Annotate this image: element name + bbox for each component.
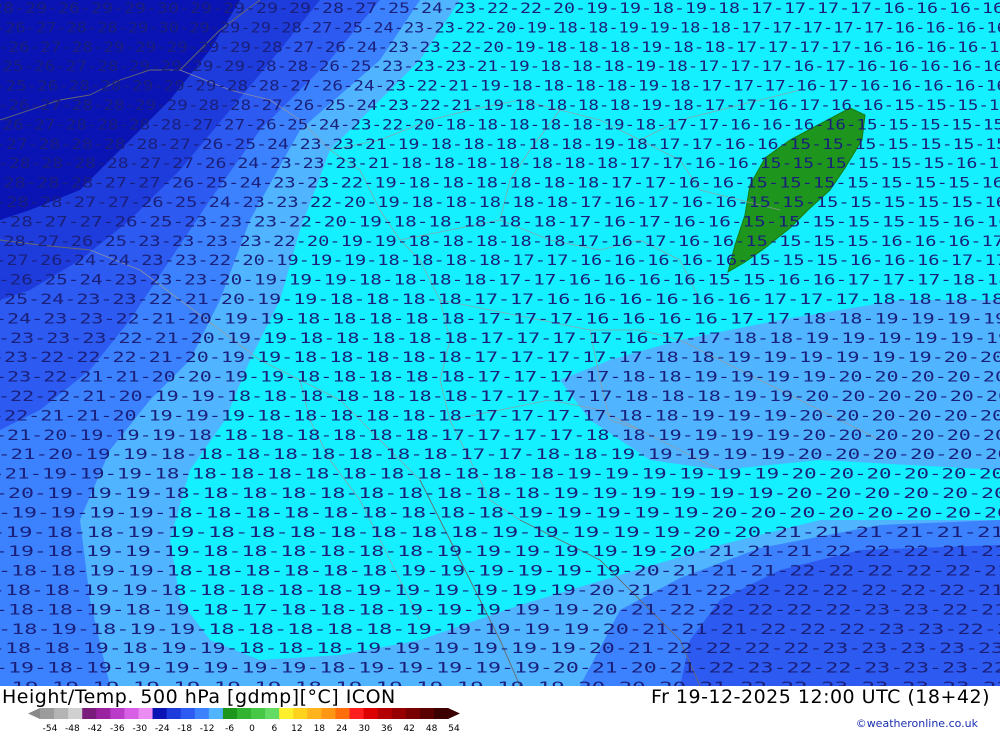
scale-tick-label: -42 — [88, 724, 103, 733]
contour-label-row: -28-28-27-27-26-25-24-23-23-22-20-19-18-… — [0, 195, 1000, 211]
scale-tick-label: 12 — [291, 724, 302, 733]
scale-swatch — [138, 708, 153, 719]
scale-swatch — [391, 708, 407, 719]
scale-left-arrow — [28, 708, 40, 719]
scale-swatch — [222, 708, 238, 719]
scale-swatch — [405, 708, 421, 719]
valid-time: Fr 19-12-2025 12:00 UTC (18+42) — [651, 686, 990, 708]
contour-label-row: -19-19-19-19-18-18-18-18-18-18-18-18-18-… — [0, 505, 1000, 521]
contour-label-row: -22-22-21-20-19-19-18-18-18-18-18-18-18-… — [0, 389, 1000, 405]
contour-label-row: -28-27-27-26-25-23-23-23-22-20-19-18-18-… — [0, 214, 1000, 230]
scale-swatch — [377, 708, 393, 719]
scale-swatch — [124, 708, 139, 719]
contour-label-row: -26-27-28-28-28-28-27-27-26-25-24-23-22-… — [0, 117, 1000, 133]
scale-tick-label: 36 — [381, 724, 393, 733]
contour-label-row: -28-27-26-25-23-23-23-23-22-20-19-19-18-… — [0, 234, 1000, 250]
scale-swatch — [54, 708, 69, 719]
scale-swatch — [236, 708, 252, 719]
scale-tick-label: -6 — [225, 724, 234, 733]
scale-swatch — [293, 708, 308, 719]
color-scale: -54 -48 -42 -36 -30 -24 -18 -12 -6 0 6 12 18 24 30 36 42… — [28, 708, 460, 733]
contour-label-row: -19-18-18-19-19-18-18-18-18-18-18-18-19-… — [0, 525, 1000, 541]
scale-tick-label: 30 — [358, 724, 370, 733]
scale-swatch — [40, 708, 55, 719]
scale-swatch — [349, 708, 364, 719]
contour-label-row: 28-29-26-29-29-30-29-29-29-29-28-27-25-2… — [0, 1, 1000, 17]
copyright-link[interactable]: ©weatheronline.co.uk — [856, 717, 978, 730]
contour-label-row: -28-28-28-28-27-27-26-24-23-23-23-21-18-… — [0, 156, 1000, 172]
contour-label-row: -18-19-18-19-19-18-18-18-18-18-19-19-19-… — [0, 622, 1000, 638]
scale-tick-label: -48 — [65, 724, 80, 733]
contour-label-row: -27-26-24-24-23-23-22-20-19-19-19-18-18-… — [0, 253, 1000, 269]
contour-label-row: -18-18-19-19-18-18-18-18-18-18-19-19-19-… — [0, 564, 1000, 580]
contour-label-row: -23-22-21-21-20-20-19-19-18-18-18-18-18-… — [0, 370, 1000, 386]
scale-tick-label: 42 — [403, 724, 414, 733]
scale-tick-label: -54 — [43, 724, 58, 733]
contour-label-row: -21-20-19-19-19-18-18-18-18-18-18-18-17-… — [0, 428, 1000, 444]
scale-swatch — [321, 708, 336, 719]
temperature-map: 28-29-26-29-29-30-29-29-29-29-28-27-25-2… — [0, 0, 1000, 686]
scale-swatch — [433, 708, 449, 719]
contour-label-row: -23-23-23-22-21-20-19-19-18-18-18-18-18-… — [0, 331, 1000, 347]
contour-label-row: -26-27-28-28-29-29-28-28-27-26-25-24-23-… — [0, 98, 1000, 114]
scale-swatch — [166, 708, 182, 719]
scale-swatch — [194, 708, 210, 719]
scale-swatch — [152, 708, 168, 719]
scale-swatch — [419, 708, 435, 719]
contour-label-row: -23-22-22-22-21-20-19-19-18-18-18-18-18-… — [0, 350, 1000, 366]
contour-labels: 28-29-26-29-29-30-29-29-29-29-28-27-25-2… — [0, 1, 1000, 686]
scale-tick-label: 6 — [272, 724, 278, 733]
scale-swatch — [335, 708, 350, 719]
contour-label-row: -19-18-19-19-19-18-18-18-18-18-18-19-19-… — [0, 544, 1000, 560]
scale-swatch — [251, 708, 266, 719]
contour-label-row: -18-18-19-19-18-18-18-18-18-19-19-19-19-… — [0, 583, 1000, 599]
scale-swatch — [363, 708, 379, 719]
scale-tick-label: 18 — [314, 724, 326, 733]
scale-right-arrow — [448, 708, 460, 719]
scale-swatch — [68, 708, 83, 719]
contour-label-row: -25-24-23-23-22-21-20-19-19-18-18-18-18-… — [0, 292, 1000, 308]
scale-swatch — [96, 708, 111, 719]
scale-tick-label: -36 — [110, 724, 125, 733]
scale-tick-label: -24 — [155, 724, 170, 733]
scale-tick-label: -30 — [132, 724, 147, 733]
scale-tick-label: 0 — [249, 724, 255, 733]
contour-label-row: -20-19-19-19-18-18-18-18-18-18-18-18-18-… — [0, 486, 1000, 502]
scale-tick-label: -18 — [177, 724, 192, 733]
contour-label-row: -26-27-28-29-29-29-29-29-28-27-26-24-23-… — [0, 40, 1000, 56]
scale-swatch — [279, 708, 294, 719]
contour-label-row: -24-23-23-22-21-20-19-19-18-18-18-18-18-… — [0, 311, 1000, 327]
scale-tick-label: 48 — [426, 724, 438, 733]
scale-swatch — [265, 708, 280, 719]
contour-label-row: -27-28-28-28-28-27-26-25-24-23-23-21-19-… — [0, 137, 1000, 153]
scale-tick-label: 24 — [336, 724, 348, 733]
contour-label-row: -28-28-28-27-27-26-25-24-23-23-22-19-18-… — [0, 176, 1000, 192]
contour-label-row: -25-26-28-28-29-29-29-28-28-27-26-24-23-… — [0, 79, 1000, 95]
scale-swatch — [208, 708, 224, 719]
contour-label-row: -25-26-27-28-29-29-29-29-28-28-26-25-23-… — [0, 59, 1000, 75]
contour-label-row: -18-18-19-18-19-18-17-18-18-18-19-19-19-… — [0, 602, 1000, 618]
contour-label-row: -21-19-19-19-18-18-18-18-18-18-18-18-18-… — [0, 467, 1000, 483]
scale-swatch — [307, 708, 322, 719]
contour-label-row: -26-25-24-23-23-23-20-19-19-19-18-18-18-… — [0, 273, 1000, 289]
contour-label-row: -21-20-19-19-18-18-18-18-18-18-18-18-17-… — [0, 447, 1000, 463]
footer-bar: Height/Temp. 500 hPa [gdmp][°C] ICON Fr … — [0, 686, 1000, 733]
contour-label-row: -22-21-21-20-19-19-19-18-18-18-18-18-18-… — [0, 408, 1000, 424]
contour-label-row: -26-27-28-28-29-30-29-29-29-28-27-25-24-… — [0, 20, 1000, 36]
scale-swatch — [110, 708, 125, 719]
scale-swatch — [82, 708, 97, 719]
contour-label-row: -18-18-19-18-19-19-18-18-18-19-19-19-19-… — [0, 641, 1000, 657]
scale-tick-label: -12 — [200, 724, 215, 733]
scale-tick-label: 54 — [448, 724, 460, 733]
contour-label-row: -19-18-19-19-19-19-19-19-18-19-19-19-19-… — [0, 661, 1000, 677]
scale-swatch — [180, 708, 196, 719]
